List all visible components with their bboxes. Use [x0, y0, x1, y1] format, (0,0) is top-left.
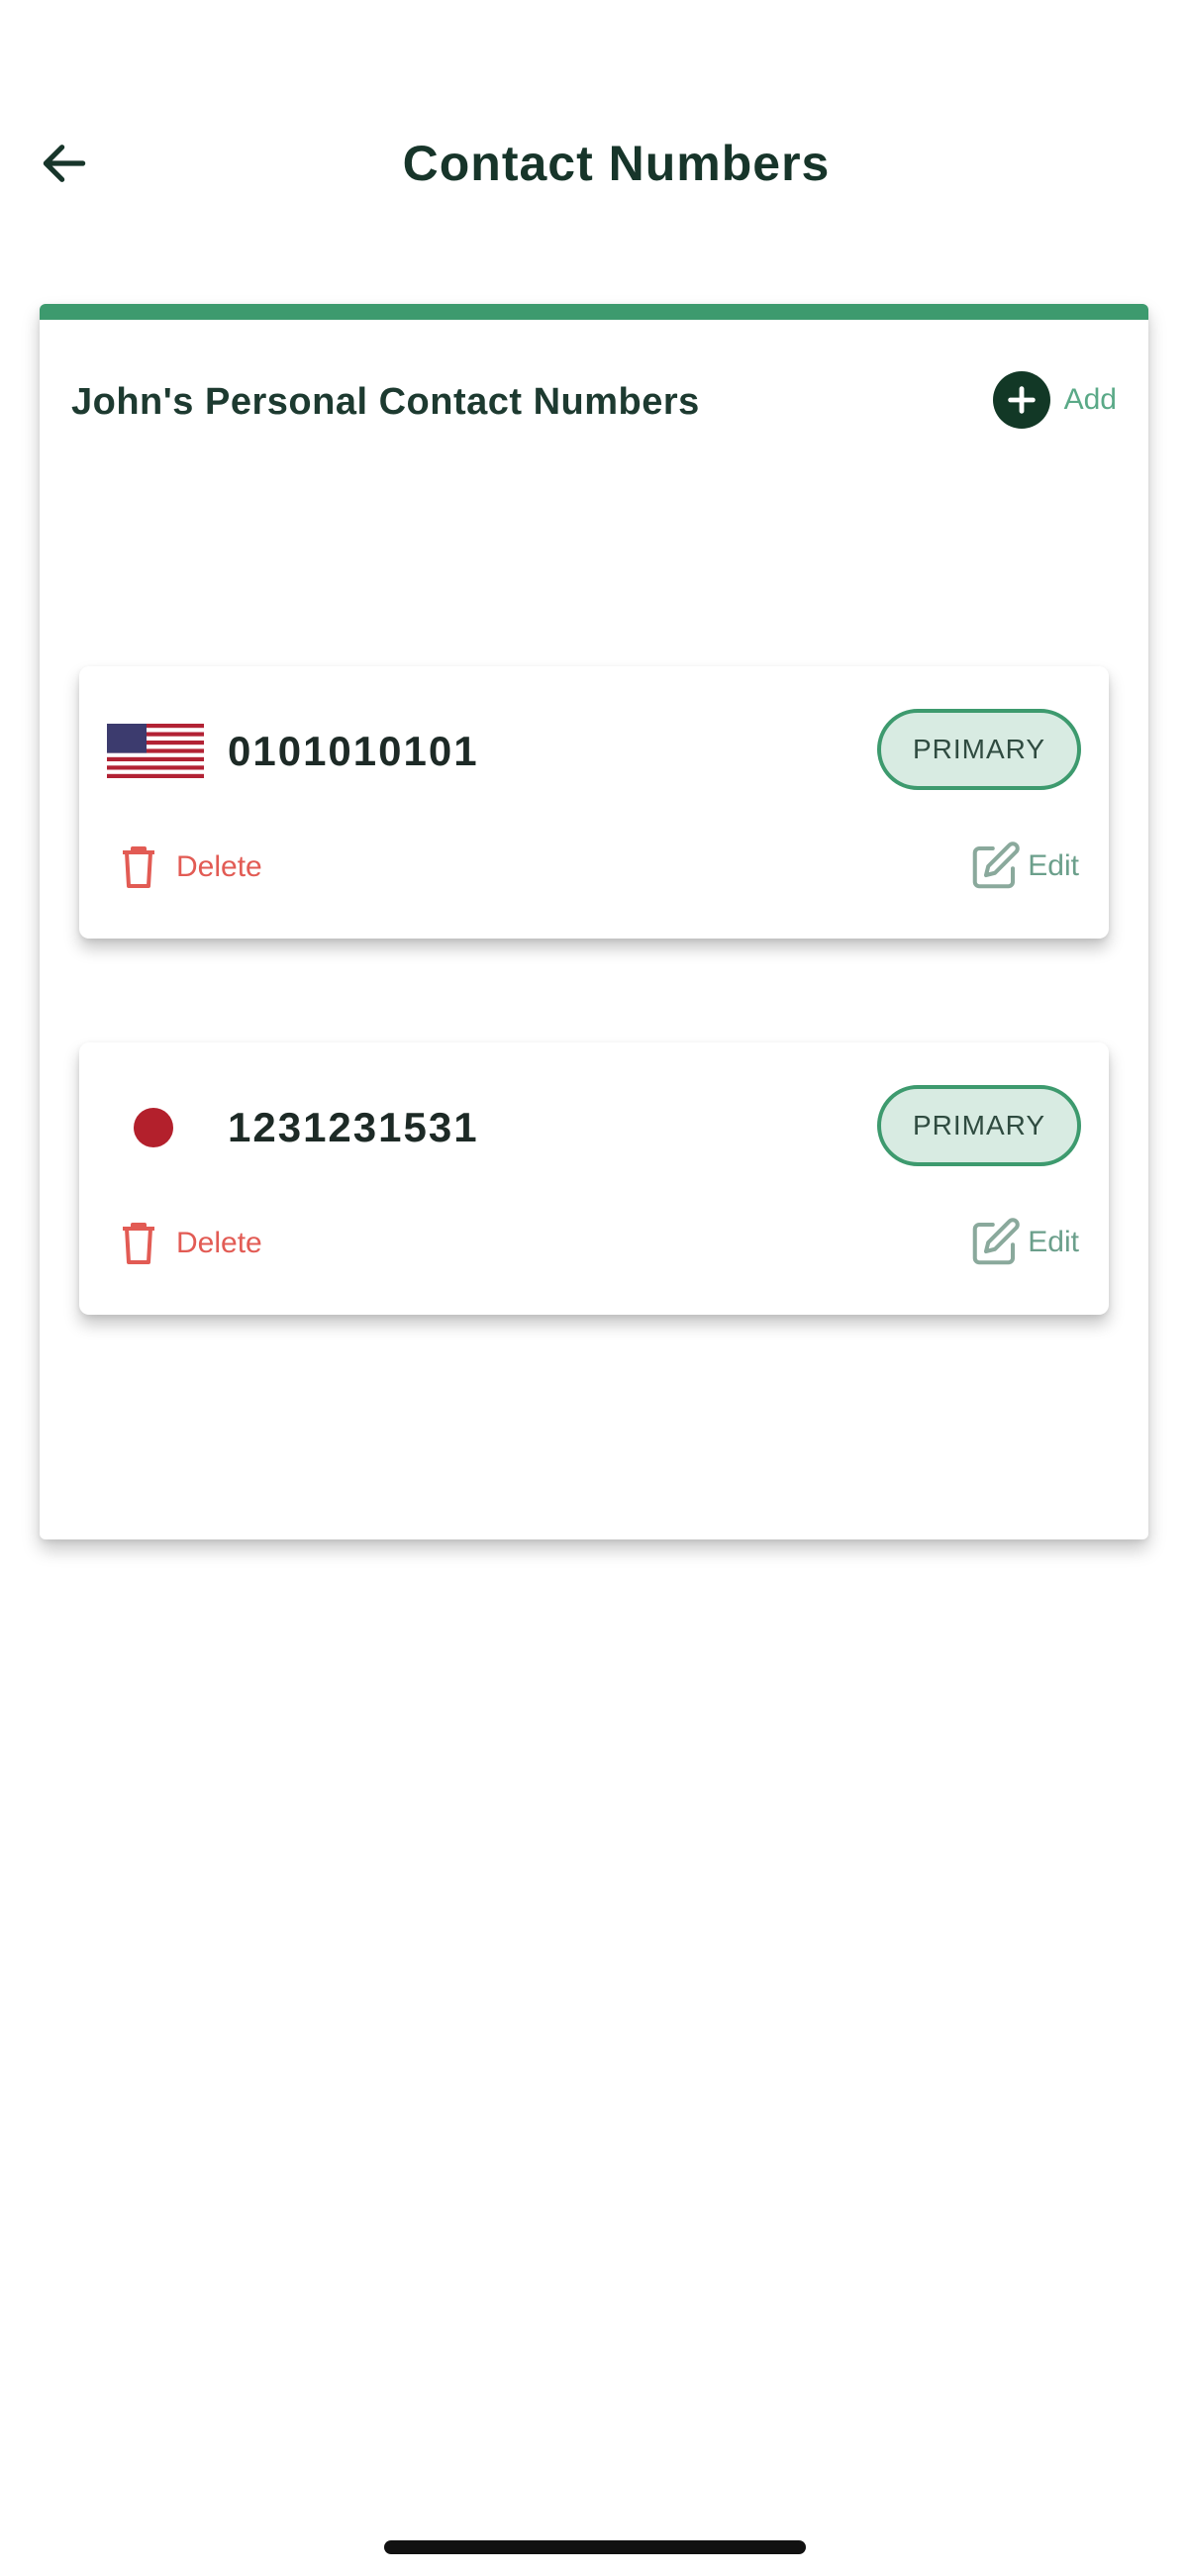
add-number-button[interactable]: Add	[992, 371, 1117, 429]
contact-numbers-screen: Contact Numbers John's Personal Contact …	[0, 0, 1188, 2576]
edit-icon	[973, 842, 1021, 889]
edit-label: Edit	[1028, 1226, 1079, 1258]
add-label: Add	[1063, 383, 1117, 416]
contact-item: 1231231531 PRIMARY Delete Edit	[79, 1042, 1109, 1315]
delete-button[interactable]: Delete	[119, 844, 262, 890]
contact-item: 0101010101 PRIMARY Delete Edit	[79, 666, 1109, 939]
primary-badge[interactable]: PRIMARY	[877, 1085, 1081, 1166]
edit-label: Edit	[1028, 849, 1079, 882]
jp-flag-icon	[134, 1108, 173, 1147]
trash-icon	[123, 846, 154, 888]
edit-button[interactable]: Edit	[968, 840, 1079, 893]
primary-badge[interactable]: PRIMARY	[877, 709, 1081, 790]
card-heading: John's Personal Contact Numbers	[71, 381, 700, 423]
delete-button[interactable]: Delete	[119, 1221, 262, 1266]
app-header: Contact Numbers	[0, 109, 1188, 228]
home-indicator[interactable]	[384, 2540, 806, 2554]
delete-label: Delete	[176, 850, 262, 883]
phone-number: 0101010101	[228, 728, 479, 774]
trash-icon	[123, 1223, 154, 1264]
phone-number: 1231231531	[228, 1104, 479, 1150]
contact-numbers-card: John's Personal Contact Numbers Add 0101…	[40, 304, 1148, 1539]
plus-circle-icon	[992, 371, 1050, 429]
edit-button[interactable]: Edit	[968, 1216, 1079, 1269]
edit-icon	[973, 1218, 1021, 1265]
us-flag-icon	[107, 724, 204, 778]
page-title: Contact Numbers	[402, 136, 831, 191]
delete-label: Delete	[176, 1227, 262, 1259]
